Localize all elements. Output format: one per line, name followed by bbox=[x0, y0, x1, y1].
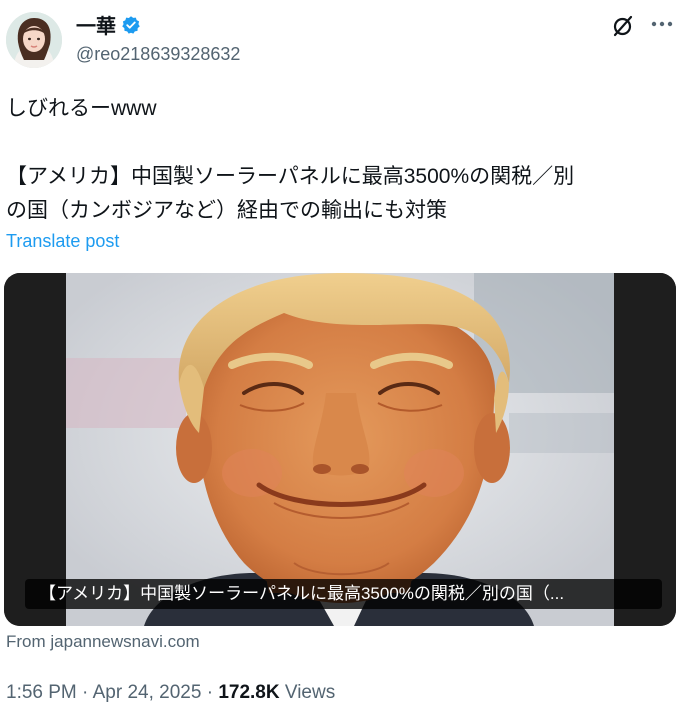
meta-separator: · bbox=[82, 682, 89, 703]
avatar[interactable] bbox=[6, 12, 62, 68]
translate-post-link[interactable]: Translate post bbox=[6, 231, 119, 252]
link-card[interactable]: 【アメリカ】中国製ソーラーパネルに最高3500%の関税／別の国（... bbox=[4, 273, 676, 626]
tweet-text: しびれるーwww 【アメリカ】中国製ソーラーパネルに最高3500%の関税／別 の… bbox=[6, 92, 671, 228]
verified-badge-icon bbox=[122, 15, 140, 34]
meta-separator: · bbox=[206, 682, 214, 703]
views-label: Views bbox=[284, 682, 336, 703]
name-row: 一華 bbox=[76, 10, 141, 39]
tweet-line: 【アメリカ】中国製ソーラーパネルに最高3500%の関税／別 bbox=[6, 165, 575, 188]
tweet-meta: 1:56 PM · Apr 24, 2025 · 172.8K Views bbox=[6, 682, 335, 704]
card-image bbox=[4, 273, 676, 626]
tweet-time[interactable]: 1:56 PM bbox=[6, 682, 77, 703]
handle[interactable]: @reo218639328632 bbox=[76, 44, 240, 65]
grok-icon[interactable] bbox=[611, 14, 635, 38]
tweet-line: の国（カンボジアなど）経由での輸出にも対策 bbox=[6, 199, 447, 222]
tweet-header: 一華 @reo218639328632 bbox=[0, 0, 680, 80]
tweet-date[interactable]: Apr 24, 2025 bbox=[93, 682, 202, 703]
card-caption: 【アメリカ】中国製ソーラーパネルに最高3500%の関税／別の国（... bbox=[25, 579, 662, 609]
tweet-line: しびれるーwww bbox=[6, 97, 157, 120]
more-icon[interactable] bbox=[648, 12, 676, 40]
display-name[interactable]: 一華 bbox=[76, 10, 116, 39]
views-count[interactable]: 172.8K bbox=[218, 682, 279, 703]
card-source[interactable]: From japannewsnavi.com bbox=[6, 632, 200, 652]
